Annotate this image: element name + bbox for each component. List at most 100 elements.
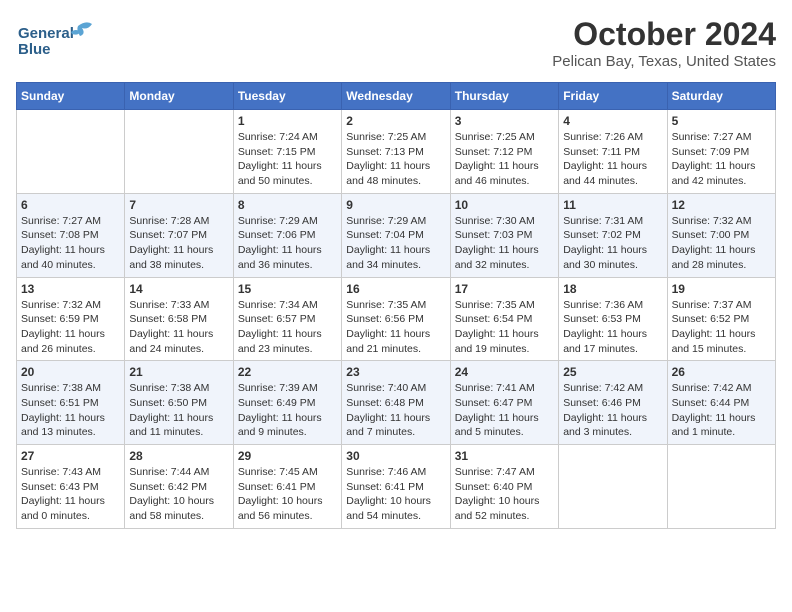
cell-line: Daylight: 10 hours and 54 minutes. (346, 494, 445, 523)
col-header-thursday: Thursday (450, 83, 558, 110)
cell-line: Sunset: 6:58 PM (129, 312, 228, 327)
cell-line: Sunrise: 7:30 AM (455, 214, 554, 229)
cell-line: Sunrise: 7:42 AM (563, 381, 662, 396)
cell-info: Sunrise: 7:31 AMSunset: 7:02 PMDaylight:… (563, 214, 662, 273)
cell-line: Sunrise: 7:46 AM (346, 465, 445, 480)
cell-line: Sunset: 6:48 PM (346, 396, 445, 411)
cell-line: Sunset: 7:12 PM (455, 145, 554, 160)
cell-line: Sunrise: 7:43 AM (21, 465, 120, 480)
cell-line: Sunrise: 7:25 AM (346, 130, 445, 145)
day-number: 30 (346, 449, 445, 463)
cell-line: Daylight: 11 hours and 1 minute. (672, 411, 771, 440)
cell-line: Sunset: 7:09 PM (672, 145, 771, 160)
cell-line: Daylight: 11 hours and 36 minutes. (238, 243, 337, 272)
cell-line: Daylight: 11 hours and 5 minutes. (455, 411, 554, 440)
cell-line: Sunset: 6:43 PM (21, 480, 120, 495)
calendar-cell: 15Sunrise: 7:34 AMSunset: 6:57 PMDayligh… (233, 277, 341, 361)
calendar-cell: 22Sunrise: 7:39 AMSunset: 6:49 PMDayligh… (233, 361, 341, 445)
cell-info: Sunrise: 7:45 AMSunset: 6:41 PMDaylight:… (238, 465, 337, 524)
cell-line: Sunset: 7:04 PM (346, 228, 445, 243)
day-number: 19 (672, 282, 771, 296)
cell-info: Sunrise: 7:35 AMSunset: 6:54 PMDaylight:… (455, 298, 554, 357)
cell-line: Sunrise: 7:29 AM (346, 214, 445, 229)
calendar-week-row: 13Sunrise: 7:32 AMSunset: 6:59 PMDayligh… (17, 277, 776, 361)
day-number: 10 (455, 198, 554, 212)
cell-info: Sunrise: 7:29 AMSunset: 7:06 PMDaylight:… (238, 214, 337, 273)
calendar-cell: 31Sunrise: 7:47 AMSunset: 6:40 PMDayligh… (450, 445, 558, 529)
cell-info: Sunrise: 7:44 AMSunset: 6:42 PMDaylight:… (129, 465, 228, 524)
logo-svg: General Blue (16, 16, 96, 64)
cell-line: Sunrise: 7:47 AM (455, 465, 554, 480)
calendar-cell: 2 Sunrise: 7:25 AMSunset: 7:13 PMDaylight… (342, 110, 450, 194)
calendar-cell: 21Sunrise: 7:38 AMSunset: 6:50 PMDayligh… (125, 361, 233, 445)
cell-line: Sunset: 6:54 PM (455, 312, 554, 327)
cell-line: Sunset: 6:46 PM (563, 396, 662, 411)
col-header-sunday: Sunday (17, 83, 125, 110)
calendar-cell: 18Sunrise: 7:36 AMSunset: 6:53 PMDayligh… (559, 277, 667, 361)
cell-line: Sunrise: 7:29 AM (238, 214, 337, 229)
cell-line: Sunset: 6:56 PM (346, 312, 445, 327)
cell-line: Daylight: 10 hours and 52 minutes. (455, 494, 554, 523)
cell-info: Sunrise: 7:46 AMSunset: 6:41 PMDaylight:… (346, 465, 445, 524)
calendar-cell: 11Sunrise: 7:31 AMSunset: 7:02 PMDayligh… (559, 193, 667, 277)
calendar-cell: 9Sunrise: 7:29 AMSunset: 7:04 PMDaylight… (342, 193, 450, 277)
calendar-cell: 30 Sunrise: 7:46 AMSunset: 6:41 PMDayligh… (342, 445, 450, 529)
day-number: 25 (563, 365, 662, 379)
calendar-cell: 12Sunrise: 7:32 AMSunset: 7:00 PMDayligh… (667, 193, 775, 277)
calendar-cell: 28Sunrise: 7:44 AMSunset: 6:42 PMDayligh… (125, 445, 233, 529)
cell-info: Sunrise: 7:38 AMSunset: 6:51 PMDaylight:… (21, 381, 120, 440)
day-number: 3 (455, 114, 554, 128)
cell-info: Sunrise: 7:26 AMSunset: 7:11 PMDaylight:… (563, 130, 662, 189)
cell-line: Sunrise: 7:33 AM (129, 298, 228, 313)
calendar-table: SundayMondayTuesdayWednesdayThursdayFrid… (16, 82, 776, 529)
cell-line: Daylight: 11 hours and 11 minutes. (129, 411, 228, 440)
col-header-tuesday: Tuesday (233, 83, 341, 110)
cell-info: Sunrise: 7:32 AMSunset: 7:00 PMDaylight:… (672, 214, 771, 273)
logo: General Blue (16, 16, 96, 64)
cell-line: Daylight: 11 hours and 19 minutes. (455, 327, 554, 356)
calendar-cell: 25 Sunrise: 7:42 AMSunset: 6:46 PMDayligh… (559, 361, 667, 445)
cell-line: Sunrise: 7:25 AM (455, 130, 554, 145)
cell-info: Sunrise: 7:40 AMSunset: 6:48 PMDaylight:… (346, 381, 445, 440)
cell-info: Sunrise: 7:42 AMSunset: 6:44 PMDaylight:… (672, 381, 771, 440)
day-number: 21 (129, 365, 228, 379)
cell-line: Sunrise: 7:44 AM (129, 465, 228, 480)
calendar-cell: 8Sunrise: 7:29 AMSunset: 7:06 PMDaylight… (233, 193, 341, 277)
col-header-saturday: Saturday (667, 83, 775, 110)
day-number: 7 (129, 198, 228, 212)
calendar-cell: 5Sunrise: 7:27 AMSunset: 7:09 PMDaylight… (667, 110, 775, 194)
day-number: 2 (346, 114, 445, 128)
calendar-cell (17, 110, 125, 194)
cell-line: Daylight: 11 hours and 23 minutes. (238, 327, 337, 356)
cell-line: Sunrise: 7:41 AM (455, 381, 554, 396)
cell-line: Sunset: 6:51 PM (21, 396, 120, 411)
cell-line: Sunset: 6:57 PM (238, 312, 337, 327)
calendar-cell: 1Sunrise: 7:24 AMSunset: 7:15 PMDaylight… (233, 110, 341, 194)
calendar-cell: 20Sunrise: 7:38 AMSunset: 6:51 PMDayligh… (17, 361, 125, 445)
cell-line: Daylight: 11 hours and 3 minutes. (563, 411, 662, 440)
cell-line: Daylight: 11 hours and 38 minutes. (129, 243, 228, 272)
col-header-wednesday: Wednesday (342, 83, 450, 110)
cell-line: Sunset: 7:15 PM (238, 145, 337, 160)
cell-line: Sunrise: 7:37 AM (672, 298, 771, 313)
calendar-cell: 27Sunrise: 7:43 AMSunset: 6:43 PMDayligh… (17, 445, 125, 529)
day-number: 26 (672, 365, 771, 379)
day-number: 15 (238, 282, 337, 296)
calendar-cell: 7Sunrise: 7:28 AMSunset: 7:07 PMDaylight… (125, 193, 233, 277)
cell-line: Sunrise: 7:45 AM (238, 465, 337, 480)
cell-line: Sunset: 6:41 PM (346, 480, 445, 495)
cell-line: Daylight: 11 hours and 21 minutes. (346, 327, 445, 356)
calendar-cell (125, 110, 233, 194)
calendar-cell: 17Sunrise: 7:35 AMSunset: 6:54 PMDayligh… (450, 277, 558, 361)
calendar-week-row: 27Sunrise: 7:43 AMSunset: 6:43 PMDayligh… (17, 445, 776, 529)
calendar-week-row: 6Sunrise: 7:27 AMSunset: 7:08 PMDaylight… (17, 193, 776, 277)
cell-info: Sunrise: 7:25 AMSunset: 7:13 PMDaylight:… (346, 130, 445, 189)
day-number: 22 (238, 365, 337, 379)
day-number: 16 (346, 282, 445, 296)
cell-line: Sunrise: 7:39 AM (238, 381, 337, 396)
cell-line: Sunset: 6:40 PM (455, 480, 554, 495)
cell-line: Sunset: 6:49 PM (238, 396, 337, 411)
cell-info: Sunrise: 7:43 AMSunset: 6:43 PMDaylight:… (21, 465, 120, 524)
cell-line: Daylight: 11 hours and 26 minutes. (21, 327, 120, 356)
cell-line: Sunrise: 7:38 AM (129, 381, 228, 396)
